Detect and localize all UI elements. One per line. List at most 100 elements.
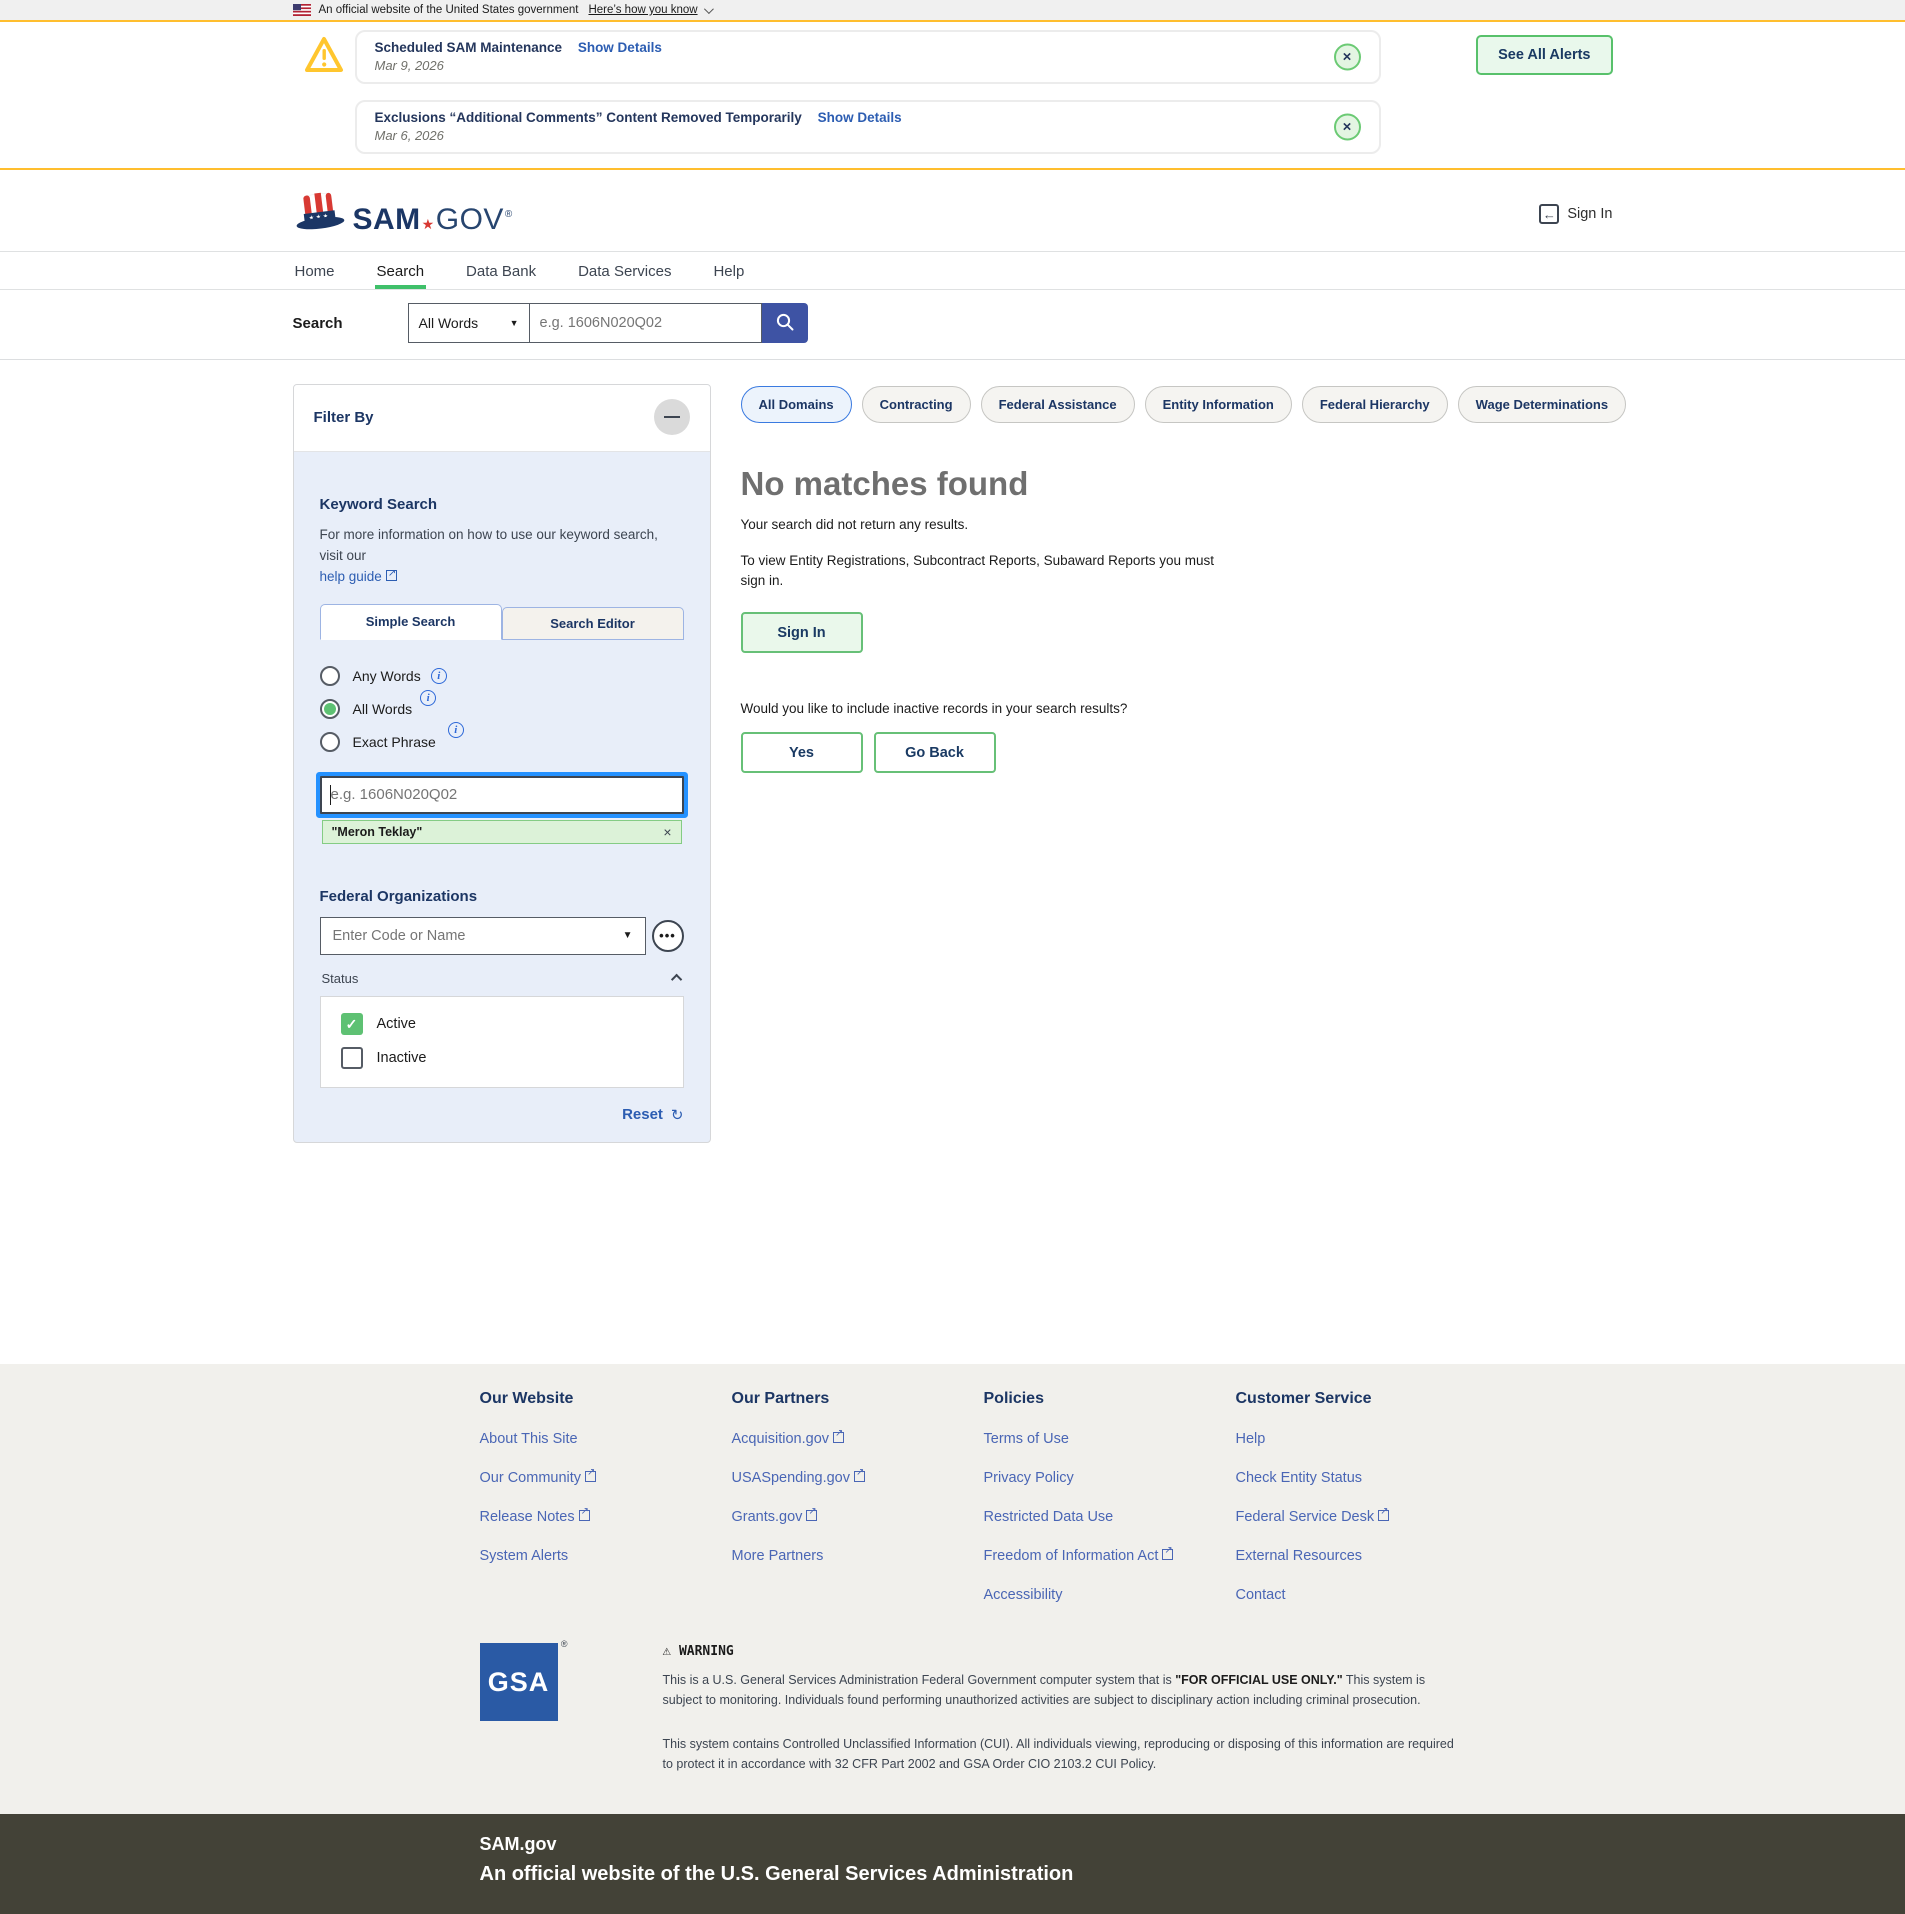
domain-chip-all-domains[interactable]: All Domains <box>741 386 852 423</box>
footer-link-about-this-site[interactable]: About This Site <box>480 1431 732 1447</box>
footer-link-release-notes[interactable]: Release Notes <box>480 1509 732 1525</box>
how-you-know-link[interactable]: Here’s how you know <box>588 4 697 16</box>
uncle-sam-hat-icon: ★ ★ ★ <box>293 190 347 237</box>
tab-search-editor[interactable]: Search Editor <box>502 607 684 640</box>
external-link-icon <box>833 1432 844 1443</box>
federal-org-placeholder: Enter Code or Name <box>333 928 466 944</box>
checkbox-active[interactable]: ✓ <box>341 1013 363 1035</box>
status-box: ✓ Active Inactive <box>320 996 684 1088</box>
warning-paragraph-2: This system contains Controlled Unclassi… <box>663 1734 1463 1774</box>
radio-all-words-label: All Words <box>353 701 413 717</box>
footer-link-external-resources[interactable]: External Resources <box>1236 1548 1488 1564</box>
footer-column-policies: Policies Terms of Use Privacy Policy Res… <box>984 1390 1236 1603</box>
footer-link-more-partners[interactable]: More Partners <box>732 1548 984 1564</box>
sign-in-button[interactable]: Sign In <box>741 612 863 653</box>
domain-chip-contracting[interactable]: Contracting <box>862 386 971 423</box>
nav-item-home[interactable]: Home <box>293 252 337 289</box>
checkbox-inactive[interactable] <box>341 1047 363 1069</box>
keyword-search-heading: Keyword Search <box>320 496 684 513</box>
no-results-text: Your search did not return any results. <box>741 517 1627 532</box>
nav-item-data-bank[interactable]: Data Bank <box>464 252 538 289</box>
filter-by-title: Filter By <box>314 409 374 426</box>
domain-chip-entity-information[interactable]: Entity Information <box>1145 386 1292 423</box>
footer-link-accessibility[interactable]: Accessibility <box>984 1587 1236 1603</box>
federal-org-select[interactable]: Enter Code or Name ▼ <box>320 917 646 955</box>
domain-chip-federal-hierarchy[interactable]: Federal Hierarchy <box>1302 386 1448 423</box>
federal-organizations-heading: Federal Organizations <box>320 888 684 905</box>
tab-simple-search[interactable]: Simple Search <box>320 604 502 640</box>
show-details-link[interactable]: Show Details <box>818 110 902 125</box>
footer-link-usaspending-gov[interactable]: USASpending.gov <box>732 1470 984 1486</box>
footer-link-check-entity-status[interactable]: Check Entity Status <box>1236 1470 1488 1486</box>
search-mode-value: All Words <box>419 315 479 331</box>
footer-link-restricted-data-use[interactable]: Restricted Data Use <box>984 1509 1236 1525</box>
more-options-button[interactable]: ••• <box>652 920 684 952</box>
footer-link-grants-gov[interactable]: Grants.gov <box>732 1509 984 1525</box>
search-mode-select[interactable]: All Words ▼ <box>408 303 530 343</box>
see-all-alerts-button[interactable]: See All Alerts <box>1476 35 1612 75</box>
external-link-icon <box>585 1471 596 1482</box>
footer-link-help[interactable]: Help <box>1236 1431 1488 1447</box>
keyword-input-focused <box>320 776 684 814</box>
search-input[interactable] <box>530 303 762 343</box>
alert-date: Mar 9, 2026 <box>375 58 1361 73</box>
alert-card: Exclusions “Additional Comments” Content… <box>355 100 1381 154</box>
nav-item-data-services[interactable]: Data Services <box>576 252 673 289</box>
no-matches-heading: No matches found <box>741 465 1627 503</box>
collapse-filters-button[interactable] <box>654 399 690 435</box>
keyword-input[interactable] <box>322 778 682 812</box>
footer-heading: Customer Service <box>1236 1390 1488 1408</box>
status-label: Status <box>322 971 359 986</box>
radio-exact-phrase[interactable] <box>320 732 340 752</box>
nav-item-search[interactable]: Search <box>375 252 427 289</box>
logo-registered-mark: ® <box>505 209 513 220</box>
close-icon[interactable]: × <box>1334 44 1361 71</box>
alerts-section: Scheduled SAM Maintenance Show Details M… <box>0 22 1905 170</box>
radio-any-words[interactable] <box>320 666 340 686</box>
search-button[interactable] <box>762 303 808 343</box>
keyword-chip-label: "Meron Teklay" <box>332 825 423 839</box>
footer-heading: Our Partners <box>732 1390 984 1408</box>
info-icon[interactable]: i <box>448 722 464 738</box>
footer-link-privacy-policy[interactable]: Privacy Policy <box>984 1470 1236 1486</box>
sam-gov-logo[interactable]: ★ ★ ★ SAM★GOV® <box>293 190 513 237</box>
alert-title: Scheduled SAM Maintenance <box>375 40 563 55</box>
reset-icon[interactable]: ↻ <box>671 1106 684 1124</box>
search-icon <box>775 312 795 335</box>
gov-banner: An official website of the United States… <box>0 0 1905 22</box>
close-icon[interactable]: × <box>1334 114 1361 141</box>
reset-link[interactable]: Reset <box>622 1106 663 1123</box>
radio-all-words[interactable] <box>320 699 340 719</box>
sign-in-arrow-icon: ← <box>1539 204 1559 224</box>
external-link-icon <box>854 1471 865 1482</box>
search-bar-section: Search All Words ▼ <box>0 290 1905 360</box>
footer-link-our-community[interactable]: Our Community <box>480 1470 732 1486</box>
alert-row: Exclusions “Additional Comments” Content… <box>293 100 1381 154</box>
go-back-button[interactable]: Go Back <box>874 732 996 773</box>
domain-chip-federal-assistance[interactable]: Federal Assistance <box>981 386 1135 423</box>
nav-item-help[interactable]: Help <box>711 252 746 289</box>
help-guide-link[interactable]: help guide <box>320 569 382 584</box>
footer-link-contact[interactable]: Contact <box>1236 1587 1488 1603</box>
domain-chip-wage-determinations[interactable]: Wage Determinations <box>1458 386 1626 423</box>
footer-heading: Our Website <box>480 1390 732 1408</box>
footer-link-terms-of-use[interactable]: Terms of Use <box>984 1431 1236 1447</box>
show-details-link[interactable]: Show Details <box>578 40 662 55</box>
remove-chip-icon[interactable]: × <box>663 824 671 840</box>
logo-gov-text: GOV <box>436 203 504 237</box>
filter-panel: Filter By Keyword Search For more inform… <box>293 384 711 1143</box>
info-icon[interactable]: i <box>431 668 447 684</box>
footer-link-federal-service-desk[interactable]: Federal Service Desk <box>1236 1509 1488 1525</box>
footer-link-acquisition-gov[interactable]: Acquisition.gov <box>732 1431 984 1447</box>
gsa-logo: GSA ® <box>480 1643 558 1721</box>
bottom-site-name: SAM.gov <box>480 1834 1613 1855</box>
chevron-up-icon[interactable] <box>670 974 681 985</box>
sign-in-hint-text: To view Entity Registrations, Subcontrac… <box>741 551 1236 590</box>
dropdown-arrow-icon: ▼ <box>510 318 519 328</box>
footer-link-system-alerts[interactable]: System Alerts <box>480 1548 732 1564</box>
alert-card: Scheduled SAM Maintenance Show Details M… <box>355 30 1381 84</box>
info-icon[interactable]: i <box>420 690 436 706</box>
footer-link-foia[interactable]: Freedom of Information Act <box>984 1548 1236 1564</box>
sign-in-link[interactable]: ← Sign In <box>1539 204 1612 224</box>
yes-button[interactable]: Yes <box>741 732 863 773</box>
